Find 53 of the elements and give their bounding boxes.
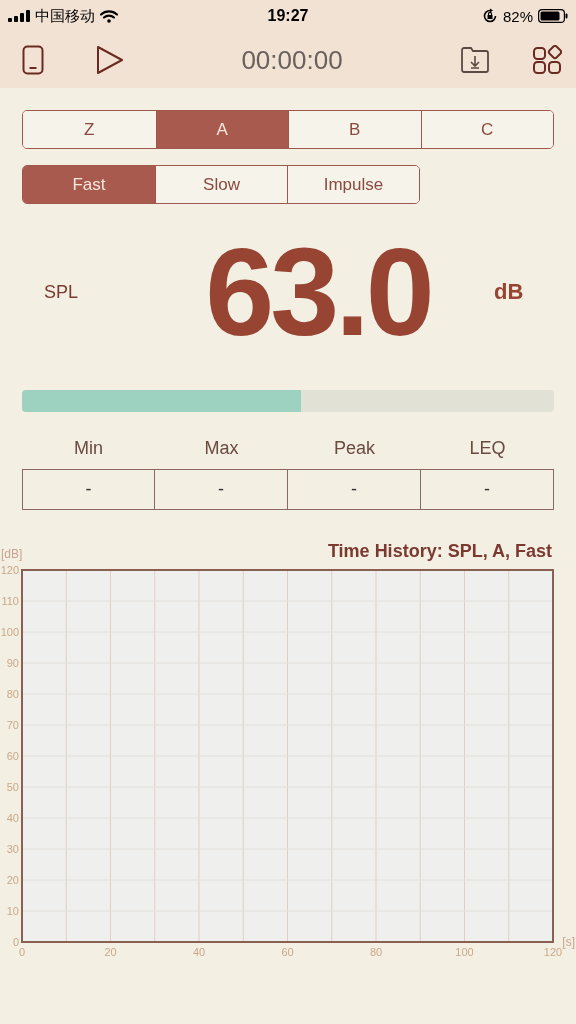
y-tick-label: 0 [12,936,19,948]
stat-value: - [22,469,155,510]
y-tick-label: 40 [6,812,19,824]
y-tick-label: 90 [6,657,19,669]
y-tick-label: 120 [0,564,19,576]
wifi-icon [100,9,118,23]
stat-label: Max [203,438,240,460]
battery-percent: 82% [502,7,533,25]
x-tick-label: 0 [18,946,26,958]
stat-label: LEQ [468,438,507,460]
x-axis-label: [s] [562,935,575,949]
y-tick-label: 60 [6,750,19,762]
stat-value: - [421,469,554,510]
spl-label: SPL [43,281,80,303]
rotation-lock-icon [481,8,498,24]
stat-label: Min [73,438,104,460]
apps-button[interactable] [532,45,562,75]
unit-label: dB [494,279,525,305]
stat-label: Peak [333,438,376,460]
y-tick-label: 20 [6,874,19,886]
carrier-name: 中国移动 [35,6,95,26]
weighting-tab[interactable]: Z [23,111,156,148]
spl-value: 63.0 [204,222,432,363]
x-tick-label: 60 [281,946,294,958]
y-axis-label: [dB] [1,547,23,561]
y-tick-label: 110 [1,595,19,607]
y-tick-label: 10 [6,905,19,917]
play-button[interactable] [96,45,124,75]
timer-display: 00:00:00 [240,44,344,76]
x-tick-label: 100 [455,946,474,958]
weighting-tab[interactable]: A [155,111,288,148]
chart-title: Time History: SPL, A, Fast [327,542,552,561]
x-tick-label: 40 [192,946,206,958]
y-tick-label: 70 [6,719,19,731]
weighting-tab[interactable]: C [420,111,553,148]
response-tab[interactable]: Impulse [287,166,419,203]
stat-value: - [288,469,421,510]
stat-value: - [155,469,288,510]
weighting-tab[interactable]: B [288,111,421,148]
response-tab[interactable]: Fast [23,166,155,203]
y-tick-label: 50 [6,781,19,793]
y-tick-label: 100 [0,626,19,638]
signal-icon [8,10,30,22]
x-tick-label: 20 [104,946,117,958]
x-tick-label: 120 [543,946,563,958]
battery-icon [538,9,568,23]
y-tick-label: 80 [6,688,19,700]
response-tab[interactable]: Slow [155,166,287,203]
device-button[interactable] [22,45,44,75]
export-button[interactable] [460,46,490,74]
clock-time: 19:27 [267,7,309,25]
x-tick-label: 80 [369,946,383,958]
y-tick-label: 30 [6,843,19,855]
